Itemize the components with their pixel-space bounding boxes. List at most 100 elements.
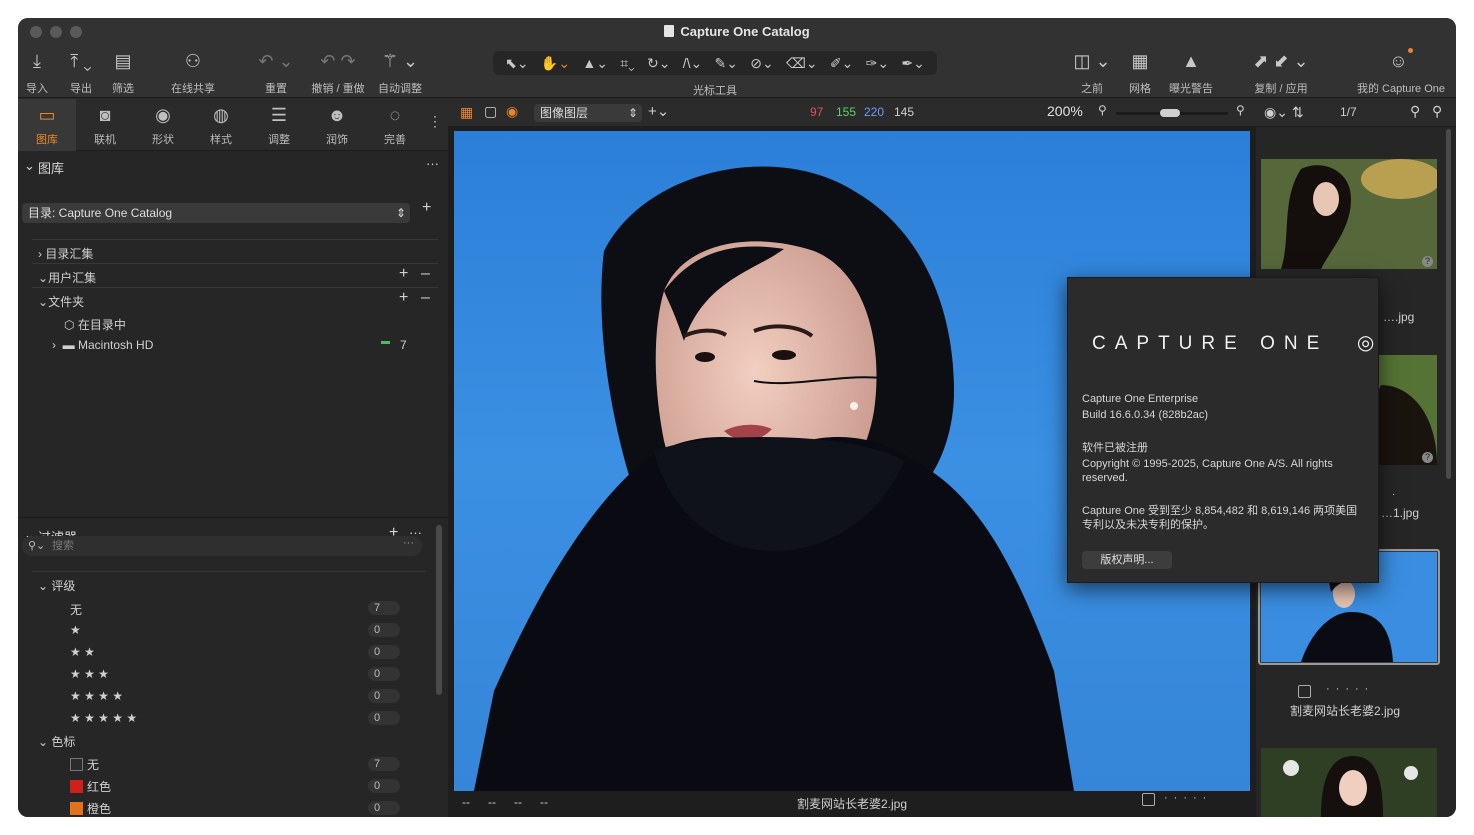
grid-button[interactable]: ▦ 网格 (1126, 48, 1154, 96)
toolbar: Capture One Catalog ⤓ 导入 ⤒ ⌄ 导出 ▤ 筛选 ⚇ 在线共享 … (18, 18, 1456, 98)
auto-adjust-button[interactable]: ⚚ ⌄ 自动调整 (375, 48, 425, 96)
volume-count: 7 (400, 338, 407, 352)
library-section-header[interactable]: ⌄ 图库 ··· (18, 156, 448, 182)
heal-tool-icon[interactable]: ⊘⌄ (750, 55, 773, 72)
annotate-tool-icon[interactable]: ✒⌄ (901, 55, 924, 72)
reset-button[interactable]: ↶ ⌄ 重置 (256, 48, 296, 96)
grid-view-icon[interactable]: ▦ (460, 104, 473, 121)
crop-tool-icon[interactable]: ⌗⌄ (620, 55, 635, 72)
add-user-collection-icon[interactable]: + (399, 265, 408, 283)
undo-redo-button[interactable]: ↶ ↷ 撤销 / 重做 (308, 48, 368, 96)
import-button[interactable]: ⤓ 导入 (24, 48, 50, 96)
tab-refine[interactable]: ◌ 完善 (366, 99, 424, 151)
color-count: 0 (368, 779, 400, 793)
single-view-icon[interactable]: ▢ (484, 103, 497, 120)
browser-scrollbar[interactable] (1446, 129, 1451, 479)
rating-group-header[interactable]: ⌄ 评级 (38, 577, 75, 594)
color-tag-red[interactable]: 红色 (70, 778, 111, 795)
more-icon[interactable]: ··· (426, 156, 439, 171)
tab-style[interactable]: ◍ 样式 (192, 99, 250, 151)
rating-3[interactable]: ★ ★ ★ (70, 667, 109, 681)
add-layer-icon[interactable]: +⌄ (648, 102, 669, 120)
registration-status: 软件已被注册 (1082, 442, 1148, 454)
zoom-icon[interactable]: ⚲ (1432, 103, 1442, 120)
user-collections-item[interactable]: ⌄用户汇集 (38, 269, 96, 286)
rating-4[interactable]: ★ ★ ★ ★ (70, 689, 123, 703)
license-button[interactable]: 版权声明... (1082, 551, 1172, 569)
thumbnail[interactable]: ? (1261, 159, 1437, 269)
thumbnail-filename: ….jpg (1383, 310, 1415, 324)
user-icon: ☺ (1352, 48, 1450, 74)
copy-apply-icon: ⬈ ⬋ ⌄ (1253, 51, 1309, 71)
zoom-slider-thumb[interactable] (1160, 109, 1180, 117)
tab-capture[interactable]: ◙ 联机 (76, 99, 134, 151)
readout-green: 155 (836, 105, 857, 119)
tab-adjust[interactable]: ☰ 调整 (250, 99, 308, 151)
image-counter: 1/7 (1340, 105, 1357, 119)
thumbnail[interactable] (1261, 748, 1437, 817)
readout-lightness: 145 (894, 105, 915, 119)
eye-view-icon[interactable]: ◉ (506, 103, 518, 120)
more-tabs-button[interactable]: ⋮ (422, 99, 448, 151)
more-icon[interactable]: ··· (403, 533, 414, 553)
exposure-warning-button[interactable]: ▲ 曝光警告 (1166, 48, 1216, 96)
warning-icon: ▲ (1182, 51, 1200, 71)
panel-scrollbar[interactable] (436, 525, 442, 695)
chevron-right-icon: › (52, 338, 63, 352)
select-checkbox[interactable] (1142, 793, 1155, 806)
share-button[interactable]: ⚇ 在线共享 (168, 48, 218, 96)
document-icon (664, 25, 675, 37)
catalog-collections-item[interactable]: › 目录汇集 (38, 245, 93, 262)
volume-item[interactable]: › ▬ Macintosh HD (52, 338, 153, 352)
sort-icon[interactable]: ⇅ (1292, 104, 1304, 121)
remove-folder-icon[interactable]: – (421, 289, 430, 307)
select-tool-icon[interactable]: ⬉⌄ (505, 55, 528, 72)
zoom-out-icon[interactable]: ⚲ (1098, 103, 1107, 117)
pan-tool-icon[interactable]: ✋⌄ (541, 55, 570, 72)
eye-icon[interactable]: ◉⌄ (1264, 104, 1288, 121)
in-catalog-item[interactable]: ⬡ 在目录中 (64, 316, 126, 333)
color-count: 0 (368, 801, 400, 815)
rating-none[interactable]: 无 (70, 601, 82, 618)
color-tag-group-header[interactable]: ⌄ 色标 (38, 733, 75, 750)
rating-2[interactable]: ★ ★ (70, 645, 95, 659)
picker-tool-icon[interactable]: ✐⌄ (830, 55, 853, 72)
rating-dots[interactable]: ····· (1164, 792, 1212, 804)
app-window: Capture One Catalog ⤓ 导入 ⤒ ⌄ 导出 ▤ 筛选 ⚇ 在线共享 … (18, 18, 1456, 817)
color-tag-orange[interactable]: 橙色 (70, 800, 111, 817)
filter-button[interactable]: ▤ 筛选 (109, 48, 137, 96)
my-capture-one-button[interactable]: ☺ 我的 Capture One (1352, 48, 1450, 96)
eraser-tool-icon[interactable]: ⌫⌄ (786, 55, 818, 72)
keystone-tool-icon[interactable]: /\⌄ (683, 55, 703, 72)
layer-select[interactable]: 图像图层 ⇕ (534, 104, 642, 122)
retouch-icon: ☻ (327, 105, 347, 125)
filter-icon: ▤ (114, 51, 132, 71)
search-icon[interactable]: ⚲ (1410, 103, 1420, 120)
wb-tool-icon[interactable]: ✑⌄ (866, 55, 889, 72)
tab-library[interactable]: ▭ 图库 (18, 99, 76, 151)
rotate-tool-icon[interactable]: ↻⌄ (647, 55, 670, 72)
tab-retouch[interactable]: ☻ 润饰 (308, 99, 366, 151)
viewer-status-bar: -- -- -- -- 割麦网站长老婆2.jpg ····· (448, 792, 1256, 817)
add-folder-icon[interactable]: + (399, 289, 408, 307)
rating-1[interactable]: ★ (70, 623, 81, 637)
more-vertical-icon: ⋮ (428, 113, 442, 129)
folders-item[interactable]: ⌄文件夹 (38, 293, 84, 310)
export-button[interactable]: ⤒ ⌄ 导出 (62, 48, 100, 96)
loupe-tool-icon[interactable]: ▲⌄ (582, 55, 608, 72)
color-tag-none[interactable]: 无 (70, 756, 99, 773)
tools-panel: ▭ 图库 ◙ 联机 ◉ 形状 ◍ 样式 ☰ 调整 ☻ 润饰 ◌ 完善 ⋮ ⌄ 图库 ··· 目… (18, 99, 448, 817)
remove-user-collection-icon[interactable]: – (421, 265, 430, 283)
add-catalog-icon[interactable]: + (422, 199, 431, 217)
zoom-in-icon[interactable]: ⚲ (1236, 103, 1245, 117)
tab-lens[interactable]: ◉ 形状 (134, 99, 192, 151)
select-checkbox[interactable] (1298, 685, 1311, 698)
cursor-tools: ⬉⌄ ✋⌄ ▲⌄ ⌗⌄ ↻⌄ /\⌄ ✎⌄ ⊘⌄ ⌫⌄ ✐⌄ ✑⌄ ✒⌄ (493, 51, 937, 75)
before-button[interactable]: ◫ ⌄ 之前 (1068, 48, 1116, 96)
rating-5[interactable]: ★ ★ ★ ★ ★ (70, 711, 137, 725)
rating-dots[interactable]: ····· (1326, 683, 1374, 695)
brush-tool-icon[interactable]: ✎⌄ (715, 55, 738, 72)
catalog-select[interactable]: 目录: Capture One Catalog ⇕ (22, 203, 410, 223)
filter-search-input[interactable]: ⚲⌄ 搜索 ··· (22, 536, 422, 556)
copy-apply-button[interactable]: ⬈ ⬋ ⌄ 复制 / 应用 (1248, 48, 1314, 96)
